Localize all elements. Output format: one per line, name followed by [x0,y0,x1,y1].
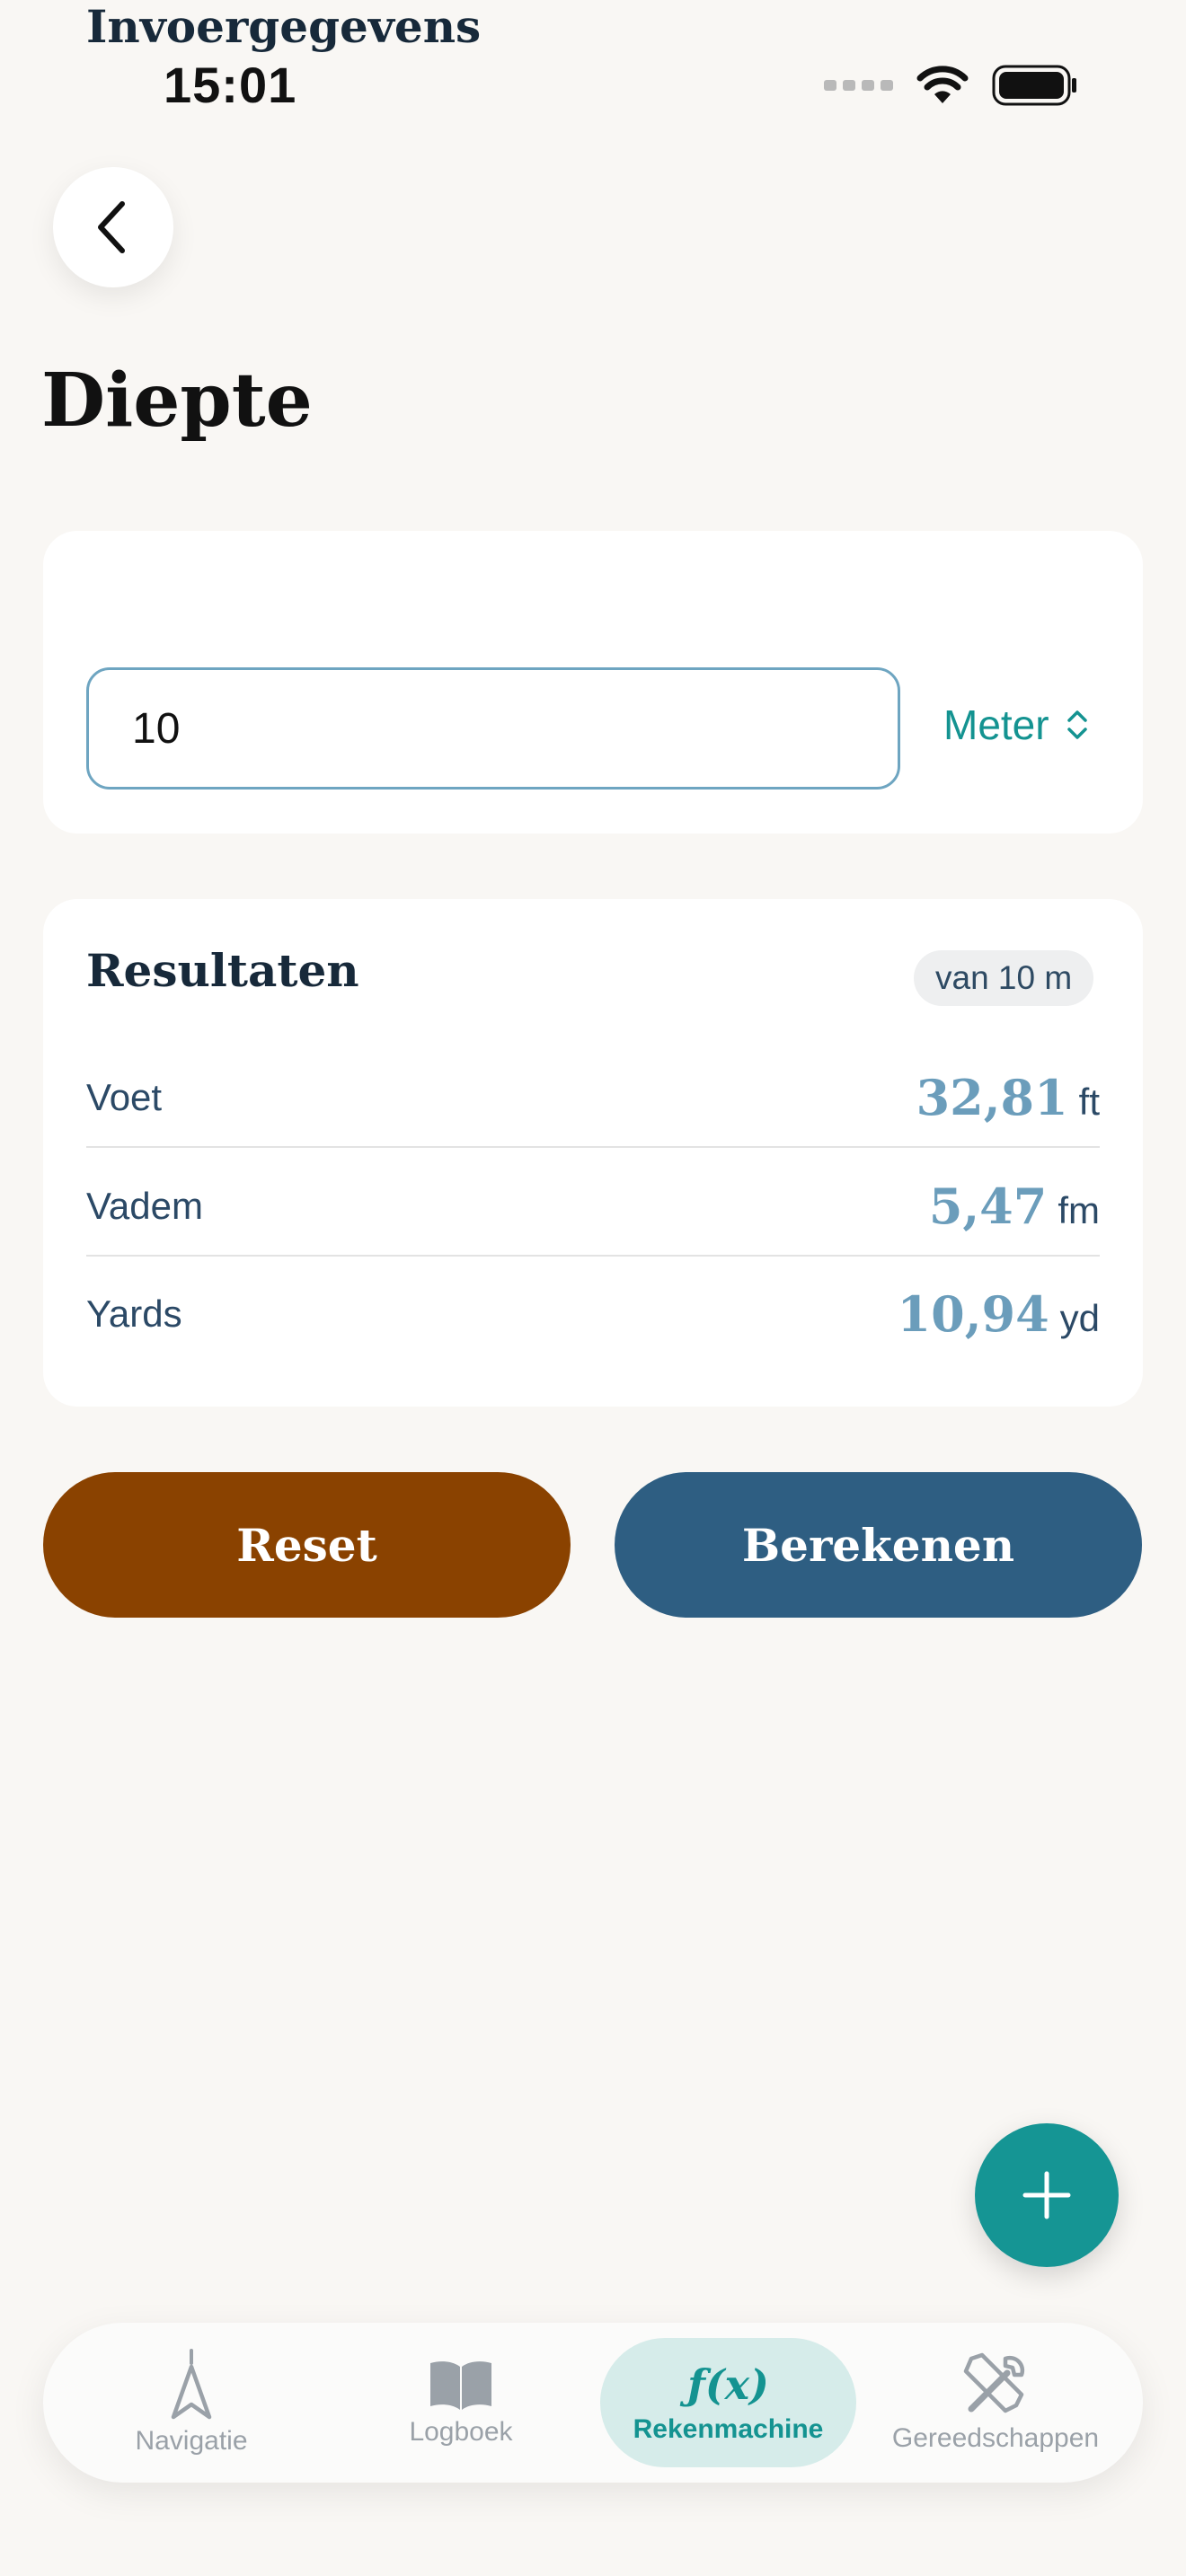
chevron-up-down-icon [1067,710,1087,739]
result-unit: fm [1058,1189,1100,1231]
function-icon: ƒ(x) [687,2360,769,2409]
tools-icon [963,2352,1025,2413]
input-card-title: Invoergegevens [86,0,482,53]
tab-navigatie[interactable]: Navigatie [79,2323,304,2483]
result-value: 5,47 fm [929,1178,1100,1235]
status-time: 15:01 [164,57,297,113]
result-value: 32,81 ft [916,1069,1100,1126]
tab-logboek[interactable]: Logboek [349,2323,573,2483]
result-label: Voet [86,1076,163,1118]
reset-button[interactable]: Reset [43,1472,571,1618]
result-row-fathom: Vadem 5,47 fm [86,1152,1100,1260]
plus-icon [1022,2171,1071,2219]
result-unit: ft [1078,1081,1100,1123]
navigation-arrow-icon [171,2349,212,2420]
unit-select-label: Meter [943,701,1049,748]
result-row-feet: Voet 32,81 ft [86,1044,1100,1151]
tab-label: Navigatie [135,2426,248,2456]
unit-select[interactable]: Meter [943,701,1089,749]
result-label: Yards [86,1292,182,1335]
tab-label: Gereedschappen [891,2423,1100,2453]
row-divider [86,1255,1100,1257]
back-button[interactable] [53,167,173,287]
depth-input[interactable] [86,667,900,790]
row-divider [86,1146,1100,1148]
result-unit: yd [1059,1297,1100,1339]
result-number: 5,47 [928,1178,1048,1235]
result-number: 32,81 [916,1069,1068,1126]
tab-rekenmachine[interactable]: ƒ(x) Rekenmachine [618,2323,838,2483]
add-button[interactable] [975,2123,1119,2267]
page-title: Diepte [41,357,313,444]
result-number: 10,94 [897,1285,1049,1343]
tab-label: Rekenmachine [633,2414,824,2444]
book-icon [430,2361,491,2410]
tab-label: Logboek [409,2417,513,2447]
status-icons [824,65,1078,106]
tab-bar: Navigatie Logboek ƒ(x) Rekenmachine Gere… [43,2323,1143,2483]
wifi-icon [916,66,969,103]
cellular-signal-icon [824,80,893,91]
result-row-yards: Yards 10,94 yd [86,1260,1100,1368]
source-badge: van 10 m [914,950,1094,1006]
tab-gereedschappen[interactable]: Gereedschappen [883,2323,1108,2483]
battery-icon [992,65,1076,106]
results-title: Resultaten [86,944,359,997]
chevron-left-icon [98,201,125,253]
result-label: Vadem [86,1185,203,1227]
calculate-button[interactable]: Berekenen [615,1472,1142,1618]
result-value: 10,94 yd [898,1285,1100,1343]
